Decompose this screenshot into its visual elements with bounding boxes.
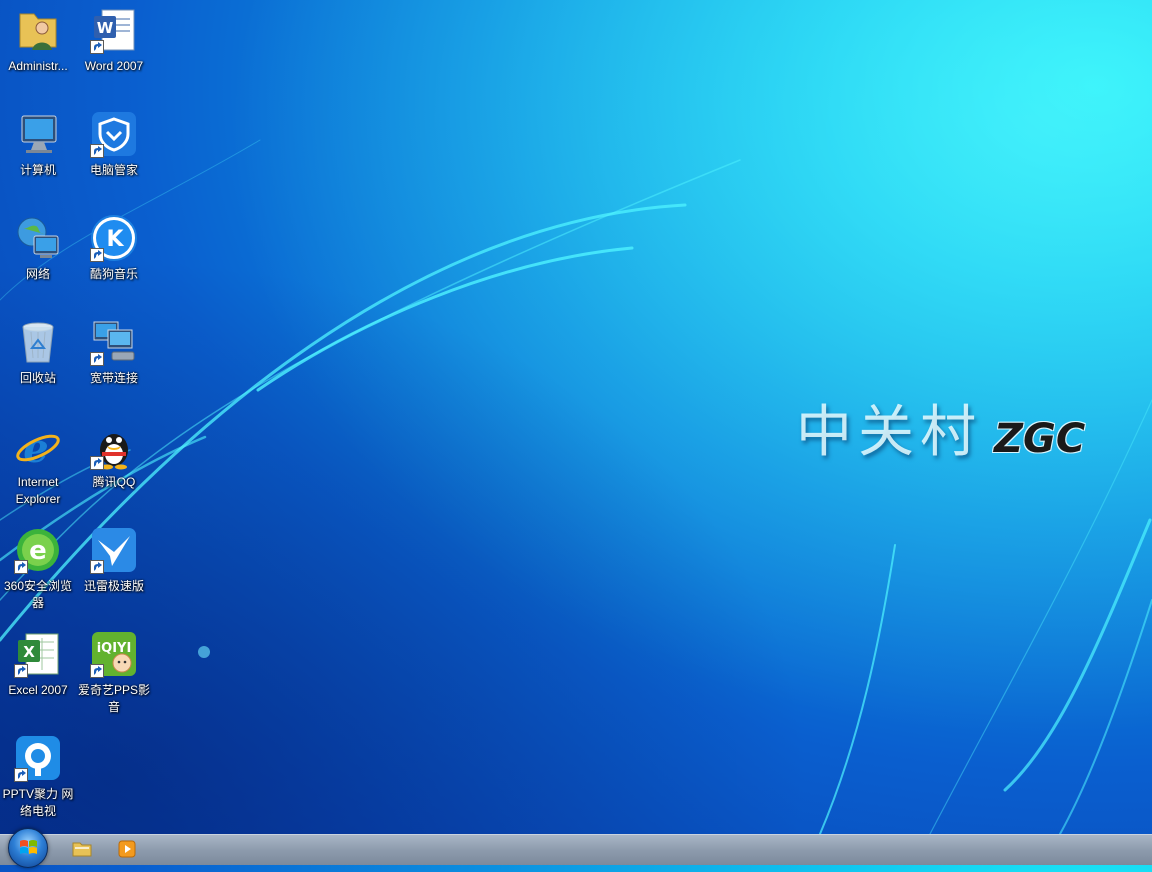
svg-text:e: e bbox=[23, 425, 48, 470]
word-icon: W bbox=[90, 6, 138, 54]
icon-label: 迅雷极速版 bbox=[83, 579, 144, 593]
desktop-icon-qq[interactable]: 腾讯QQ bbox=[76, 416, 152, 491]
shortcut-arrow-icon bbox=[90, 248, 104, 262]
shortcut-arrow-icon bbox=[90, 144, 104, 158]
taskbar-media-player-button[interactable] bbox=[115, 838, 139, 860]
icon-label: 酷狗音乐 bbox=[89, 267, 138, 281]
shortcut-arrow-icon bbox=[90, 560, 104, 574]
taskbar bbox=[0, 834, 1152, 865]
desktop-icon-internet-explorer[interactable]: e Internet Explorer bbox=[0, 416, 76, 508]
pptv-icon bbox=[14, 734, 62, 782]
icon-label: 回收站 bbox=[19, 371, 56, 385]
svg-text:iQIYI: iQIYI bbox=[97, 641, 132, 656]
desktop-icon-xunlei[interactable]: 迅雷极速版 bbox=[76, 520, 152, 595]
wallpaper-brand: 中关村 ZGC bbox=[796, 398, 1085, 468]
svg-text:K: K bbox=[106, 227, 124, 252]
desktop-icon-broadband[interactable]: 宽带连接 bbox=[76, 312, 152, 387]
shortcut-arrow-icon bbox=[90, 664, 104, 678]
user-folder-icon bbox=[14, 6, 62, 54]
icon-label: 腾讯QQ bbox=[92, 475, 136, 489]
desktop-icon-pc-manager[interactable]: 电脑管家 bbox=[76, 104, 152, 179]
recycle-bin-icon bbox=[14, 318, 62, 366]
shortcut-arrow-icon bbox=[14, 560, 28, 574]
internet-explorer-icon: e bbox=[14, 422, 62, 472]
broadband-icon bbox=[90, 318, 138, 366]
browser-360-icon: e bbox=[14, 526, 62, 574]
svg-text:X: X bbox=[23, 643, 35, 661]
desktop-icon-administrator[interactable]: Administr... bbox=[0, 0, 76, 75]
icon-label: PPTV聚力 网络电视 bbox=[2, 787, 74, 818]
desktop-icon-computer[interactable]: 计算机 bbox=[0, 104, 76, 179]
taskbar-explorer-button[interactable] bbox=[70, 838, 94, 860]
desktop-icon-recycle-bin[interactable]: 回收站 bbox=[0, 312, 76, 387]
network-icon bbox=[14, 214, 62, 262]
xunlei-icon bbox=[90, 526, 138, 574]
brand-logo-text: ZGC bbox=[994, 416, 1086, 462]
icon-label: 网络 bbox=[25, 267, 50, 281]
iqiyi-icon: iQIYI bbox=[90, 630, 138, 678]
excel-icon: X bbox=[14, 630, 62, 678]
media-player-icon bbox=[118, 840, 136, 858]
qq-icon bbox=[90, 422, 138, 470]
desktop-icon-pptv[interactable]: PPTV聚力 网络电视 bbox=[0, 728, 76, 820]
computer-icon bbox=[14, 110, 62, 158]
windows-start-orb-icon[interactable] bbox=[8, 828, 48, 868]
desktop-icon-network[interactable]: 网络 bbox=[0, 208, 76, 283]
shortcut-arrow-icon bbox=[90, 40, 104, 54]
svg-text:e: e bbox=[29, 536, 47, 566]
icon-label: Administr... bbox=[8, 59, 68, 73]
shortcut-arrow-icon bbox=[90, 352, 104, 366]
icon-label: 电脑管家 bbox=[89, 163, 138, 177]
folder-icon bbox=[72, 842, 92, 857]
desktop-icon-360-browser[interactable]: e 360安全浏览器 bbox=[0, 520, 76, 612]
icon-label: 爱奇艺PPS影音 bbox=[77, 683, 150, 714]
icon-label: 计算机 bbox=[19, 163, 56, 177]
pc-manager-icon bbox=[90, 110, 138, 158]
icon-label: 360安全浏览器 bbox=[3, 579, 73, 610]
shortcut-arrow-icon bbox=[14, 768, 28, 782]
kugou-icon: K bbox=[90, 214, 138, 262]
shortcut-arrow-icon bbox=[90, 456, 104, 470]
desktop-icon-iqiyi[interactable]: iQIYI 爱奇艺PPS影音 bbox=[76, 624, 152, 716]
brand-chinese-text: 中关村 bbox=[796, 400, 982, 465]
desktop-icon-word-2007[interactable]: W Word 2007 bbox=[76, 0, 152, 75]
desktop-icon-kugou[interactable]: K 酷狗音乐 bbox=[76, 208, 152, 283]
svg-text:W: W bbox=[97, 19, 114, 37]
icon-label: 宽带连接 bbox=[89, 371, 138, 385]
desktop-icon-excel-2007[interactable]: X Excel 2007 bbox=[0, 624, 76, 699]
icon-label: Word 2007 bbox=[84, 59, 144, 73]
icon-label: Internet Explorer bbox=[15, 475, 61, 506]
icon-label: Excel 2007 bbox=[8, 683, 68, 697]
shortcut-arrow-icon bbox=[14, 664, 28, 678]
